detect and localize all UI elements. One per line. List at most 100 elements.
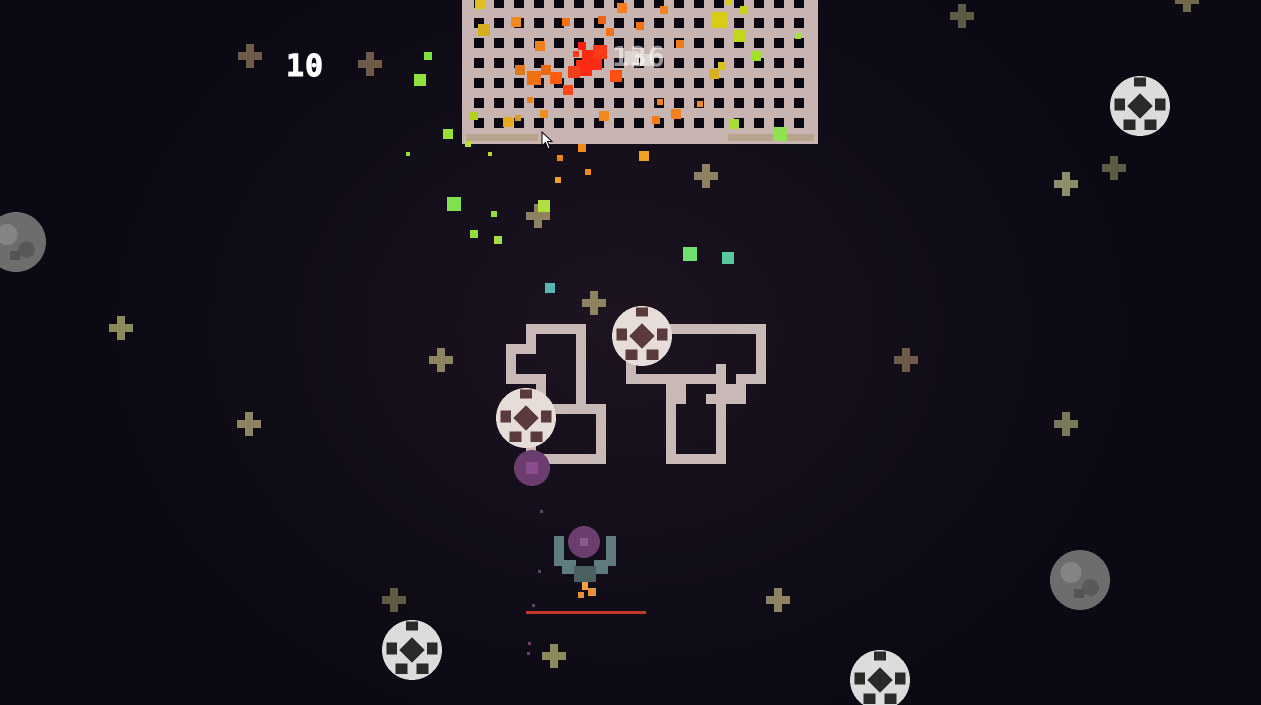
net-hole bbox=[674, 118, 684, 128]
net-hole bbox=[794, 118, 804, 128]
net-hole bbox=[594, 98, 604, 108]
wave-digit-block bbox=[576, 324, 586, 404]
plus-star-icon bbox=[894, 348, 918, 372]
net-hole bbox=[614, 118, 624, 128]
net-hole bbox=[714, 98, 724, 108]
net-hole bbox=[614, 98, 624, 108]
net-hole bbox=[574, 0, 584, 8]
net-hole bbox=[574, 98, 584, 108]
net-hole bbox=[774, 0, 784, 8]
net-hole bbox=[534, 0, 544, 8]
plus-star-icon bbox=[109, 316, 133, 340]
plus-star-icon bbox=[1175, 0, 1199, 12]
plus-star-icon bbox=[1054, 412, 1078, 436]
ship-thruster-flame bbox=[578, 592, 584, 598]
particle bbox=[491, 211, 497, 217]
net-hole bbox=[534, 18, 544, 28]
net-hole bbox=[594, 78, 604, 88]
particle bbox=[573, 51, 579, 57]
ship-thruster-flame bbox=[588, 588, 596, 596]
trail-dot bbox=[528, 642, 531, 645]
net-hole bbox=[574, 18, 584, 28]
game-viewport[interactable]: 10 136 bbox=[0, 0, 1261, 705]
net-hole bbox=[714, 118, 724, 128]
particle bbox=[578, 144, 586, 152]
wave-digit-block bbox=[736, 374, 766, 384]
net-hole bbox=[674, 58, 684, 68]
net-hole bbox=[614, 18, 624, 28]
net-hole bbox=[754, 38, 764, 48]
soccer-ball-icon bbox=[496, 388, 556, 448]
net-hole bbox=[754, 118, 764, 128]
health-bar bbox=[526, 611, 646, 614]
particle bbox=[660, 6, 668, 14]
net-hole bbox=[794, 38, 804, 48]
wave-digit-block bbox=[726, 384, 746, 404]
particle bbox=[515, 115, 521, 121]
net-hole bbox=[514, 0, 524, 8]
particle bbox=[470, 112, 478, 120]
soccer-ball-icon bbox=[382, 620, 442, 680]
net-hole bbox=[554, 118, 564, 128]
wave-digit-block bbox=[666, 394, 676, 464]
plus-star-icon bbox=[694, 164, 718, 188]
net-hole bbox=[494, 58, 504, 68]
net-hole bbox=[694, 118, 704, 128]
net-hole bbox=[554, 0, 564, 8]
net-hole bbox=[774, 118, 784, 128]
net-hole bbox=[774, 98, 784, 108]
trail-dot bbox=[540, 510, 543, 513]
particle bbox=[545, 283, 555, 293]
asteroid-icon bbox=[1050, 550, 1110, 610]
net-hole bbox=[474, 58, 484, 68]
net-hole bbox=[474, 38, 484, 48]
net-hole bbox=[654, 78, 664, 88]
net-hole bbox=[494, 38, 504, 48]
particle bbox=[527, 97, 533, 103]
net-hole bbox=[694, 0, 704, 8]
net-hole bbox=[754, 18, 764, 28]
ship-left-joint bbox=[562, 560, 576, 574]
net-hole bbox=[674, 18, 684, 28]
particle bbox=[550, 72, 562, 84]
particle bbox=[734, 30, 746, 42]
particle bbox=[697, 101, 703, 107]
ship-core-highlight bbox=[580, 538, 588, 546]
particle bbox=[657, 99, 663, 105]
particle bbox=[652, 116, 660, 124]
trail-dot bbox=[538, 570, 541, 573]
net-hole bbox=[734, 98, 744, 108]
particle bbox=[773, 127, 787, 141]
soccer-ball-icon bbox=[850, 650, 910, 705]
net-hole bbox=[694, 58, 704, 68]
ship-thruster bbox=[582, 582, 588, 590]
net-hole bbox=[694, 18, 704, 28]
net-hole bbox=[634, 0, 644, 8]
trail-dot bbox=[532, 604, 535, 607]
particle bbox=[503, 117, 513, 127]
particle bbox=[676, 40, 684, 48]
net-hole bbox=[734, 18, 744, 28]
particle bbox=[636, 22, 644, 30]
particle bbox=[527, 71, 541, 85]
net-hole bbox=[554, 38, 564, 48]
net-hole bbox=[754, 98, 764, 108]
net-hole bbox=[494, 118, 504, 128]
plus-star-icon bbox=[237, 412, 261, 436]
plus-star-icon bbox=[238, 44, 262, 68]
soccer-ball-icon bbox=[1110, 76, 1170, 136]
net-hole bbox=[534, 118, 544, 128]
plus-star-icon bbox=[582, 291, 606, 315]
score-counter: 10 bbox=[285, 49, 325, 84]
goal-counter: 136 bbox=[612, 40, 666, 73]
wave-digit-block bbox=[626, 374, 726, 384]
net-hole bbox=[794, 18, 804, 28]
soccer-ball-icon bbox=[612, 306, 672, 366]
goal-post-left bbox=[466, 134, 538, 141]
particle bbox=[494, 236, 502, 244]
net-hole bbox=[634, 78, 644, 88]
net-hole bbox=[474, 98, 484, 108]
game-scene bbox=[0, 0, 1199, 705]
particle bbox=[606, 28, 614, 36]
particle bbox=[725, 0, 731, 5]
